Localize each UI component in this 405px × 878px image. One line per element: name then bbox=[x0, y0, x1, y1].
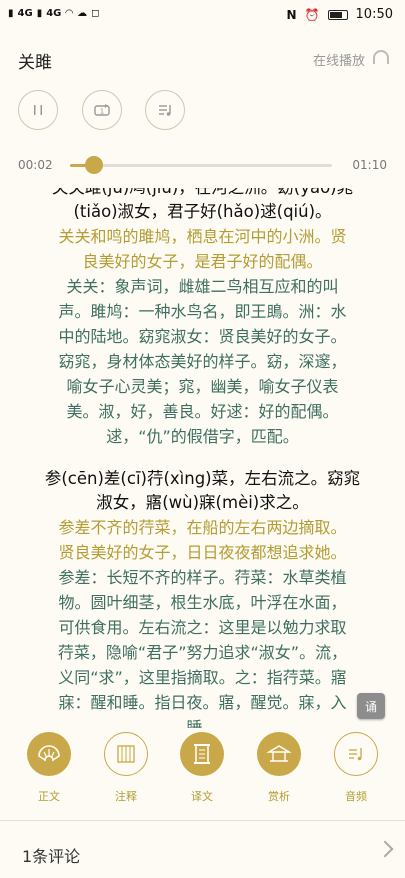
fan-icon bbox=[27, 732, 71, 776]
progress-knob[interactable] bbox=[84, 156, 103, 174]
note-line: 荇菜，隐喻“君子”努力追求“淑女”。流， bbox=[57, 643, 348, 662]
original-line: 参(cēn)差(cī)荇(xìng)菜，左右流之。窈窕 bbox=[44, 469, 361, 488]
tab-label: 正文 bbox=[38, 790, 60, 803]
tab-original-text[interactable]: 正文 bbox=[19, 732, 79, 804]
tab-annotation[interactable]: 注释 bbox=[96, 732, 156, 804]
note-line: 喻女子心灵美；窕，幽美，喻女子仪表 bbox=[66, 377, 339, 396]
tab-label: 译文 bbox=[191, 790, 213, 803]
cloud-icon: ☁ bbox=[77, 8, 88, 19]
total-time: 01:10 bbox=[352, 158, 387, 172]
online-play-button[interactable]: 在线播放 bbox=[313, 50, 365, 69]
chat-icon: ◻ bbox=[91, 8, 100, 19]
comments-count: 1条评论 bbox=[22, 847, 81, 866]
original-line: (tiǎo)淑女，君子好(hǎo)逑(qiú)。 bbox=[73, 202, 332, 221]
note-line: 关关：象声词，雌雄二鸟相互应和的叫 bbox=[66, 277, 339, 296]
page-title: 关雎 bbox=[18, 53, 52, 73]
translation-line: 良美好的女子，是君子好的配偶。 bbox=[82, 252, 323, 271]
translation-line: 关关和鸣的雎鸠，栖息在河中的小洲。贤 bbox=[58, 227, 347, 246]
note-line: 睡。 bbox=[186, 718, 219, 728]
battery-icon bbox=[327, 9, 348, 20]
chevron-right-icon bbox=[376, 840, 394, 858]
original-line: 关关雎(jū)鸠(jiū)，在河之洲。窈(yǎo)窕 bbox=[26, 188, 379, 200]
status-time: 10:50 bbox=[355, 7, 393, 22]
translation-line: 贤良美好的女子，日日夜夜都想追求她。 bbox=[58, 543, 347, 562]
note-line: 声。雎鸠：一种水鸟名，即王鴡。洲：水 bbox=[58, 302, 347, 321]
translation-line: 参差不齐的荇菜，在船的左右两边摘取。 bbox=[58, 518, 347, 537]
original-line: 淑女，寤(wù)寐(mèi)求之。 bbox=[96, 493, 309, 512]
note-line: 寐：醒和睡。指日夜。寤，醒觉。寐，入 bbox=[58, 693, 347, 712]
repeat-one-icon: 1 bbox=[94, 104, 110, 116]
bottom-tabs: 正文 注释 译文 赏析 音频 bbox=[0, 732, 405, 812]
title-bar: 关雎 在线播放 bbox=[0, 36, 405, 80]
note-line: 中的陆地。窈窕淑女：贤良美好的女子。 bbox=[58, 327, 347, 346]
pause-icon bbox=[34, 105, 42, 115]
note-line: 物。圆叶细茎，根生水底，叶浮在水面， bbox=[58, 593, 347, 612]
note-line: 美。淑，好，善良。好逑：好的配偶。 bbox=[66, 402, 339, 421]
progress-bar: 00:02 01:10 bbox=[0, 150, 405, 180]
status-right: N ⏰ 10:50 bbox=[287, 7, 393, 22]
tab-audio[interactable]: 音频 bbox=[326, 732, 386, 804]
signal-icon: ▮ bbox=[8, 8, 14, 19]
playlist-icon bbox=[159, 105, 171, 116]
playback-controls: 1 bbox=[0, 90, 405, 140]
pavilion-icon bbox=[257, 732, 301, 776]
note-line: 参差：长短不齐的样子。荇菜：水草类植 bbox=[58, 568, 347, 587]
tab-translation[interactable]: 译文 bbox=[172, 732, 232, 804]
signal-icon: ▮ bbox=[36, 8, 43, 19]
recite-float-button[interactable]: 诵 bbox=[357, 693, 385, 719]
svg-text:1: 1 bbox=[100, 108, 104, 116]
bamboo-slip-icon bbox=[104, 732, 148, 776]
status-bar: ▮ 4G ▮ 4G ◠ ☁ ◻ N ⏰ 10:50 bbox=[0, 0, 405, 32]
repeat-one-button[interactable]: 1 bbox=[82, 90, 122, 130]
pause-button[interactable] bbox=[18, 90, 58, 130]
section-1: 关关雎(jū)鸠(jiū)，在河之洲。窈(yǎo)窕 (tiǎo)淑女，君子好(… bbox=[0, 188, 405, 449]
nfc-icon: N bbox=[286, 7, 297, 22]
tab-label: 注释 bbox=[115, 790, 137, 803]
section-2: 参(cēn)差(cī)荇(xìng)菜，左右流之。窈窕 淑女，寤(wù)寐(mè… bbox=[0, 467, 405, 728]
note-line: 逑，“仇”的假借字，匹配。 bbox=[106, 427, 299, 446]
note-line: 可供食用。左右流之：这里是以勉力求取 bbox=[58, 618, 347, 637]
comments-row[interactable]: 1条评论 bbox=[0, 820, 405, 878]
current-time: 00:02 bbox=[18, 158, 53, 172]
note-line: 义同“求”，这里指摘取。之：指荇菜。寤 bbox=[58, 668, 347, 687]
network-label-2: 4G bbox=[46, 8, 62, 19]
wifi-icon: ◠ bbox=[65, 8, 74, 19]
alarm-icon: ⏰ bbox=[304, 7, 320, 22]
note-line: 窈窕，身材体态美好的样子。窈，深邃， bbox=[58, 352, 347, 371]
network-label-1: 4G bbox=[17, 8, 33, 19]
status-left: ▮ 4G ▮ 4G ◠ ☁ ◻ bbox=[8, 8, 99, 19]
recite-label: 诵 bbox=[364, 699, 377, 714]
tab-label: 赏析 bbox=[268, 790, 290, 803]
headphone-icon[interactable] bbox=[373, 50, 389, 64]
poem-content[interactable]: 关关雎(jū)鸠(jiū)，在河之洲。窈(yǎo)窕 (tiǎo)淑女，君子好(… bbox=[0, 188, 405, 728]
scroll-icon bbox=[180, 732, 224, 776]
tab-label: 音频 bbox=[345, 790, 367, 803]
progress-track[interactable] bbox=[70, 156, 332, 174]
playlist-button[interactable] bbox=[145, 90, 185, 130]
audio-icon bbox=[334, 732, 378, 776]
tab-appreciation[interactable]: 赏析 bbox=[249, 732, 309, 804]
